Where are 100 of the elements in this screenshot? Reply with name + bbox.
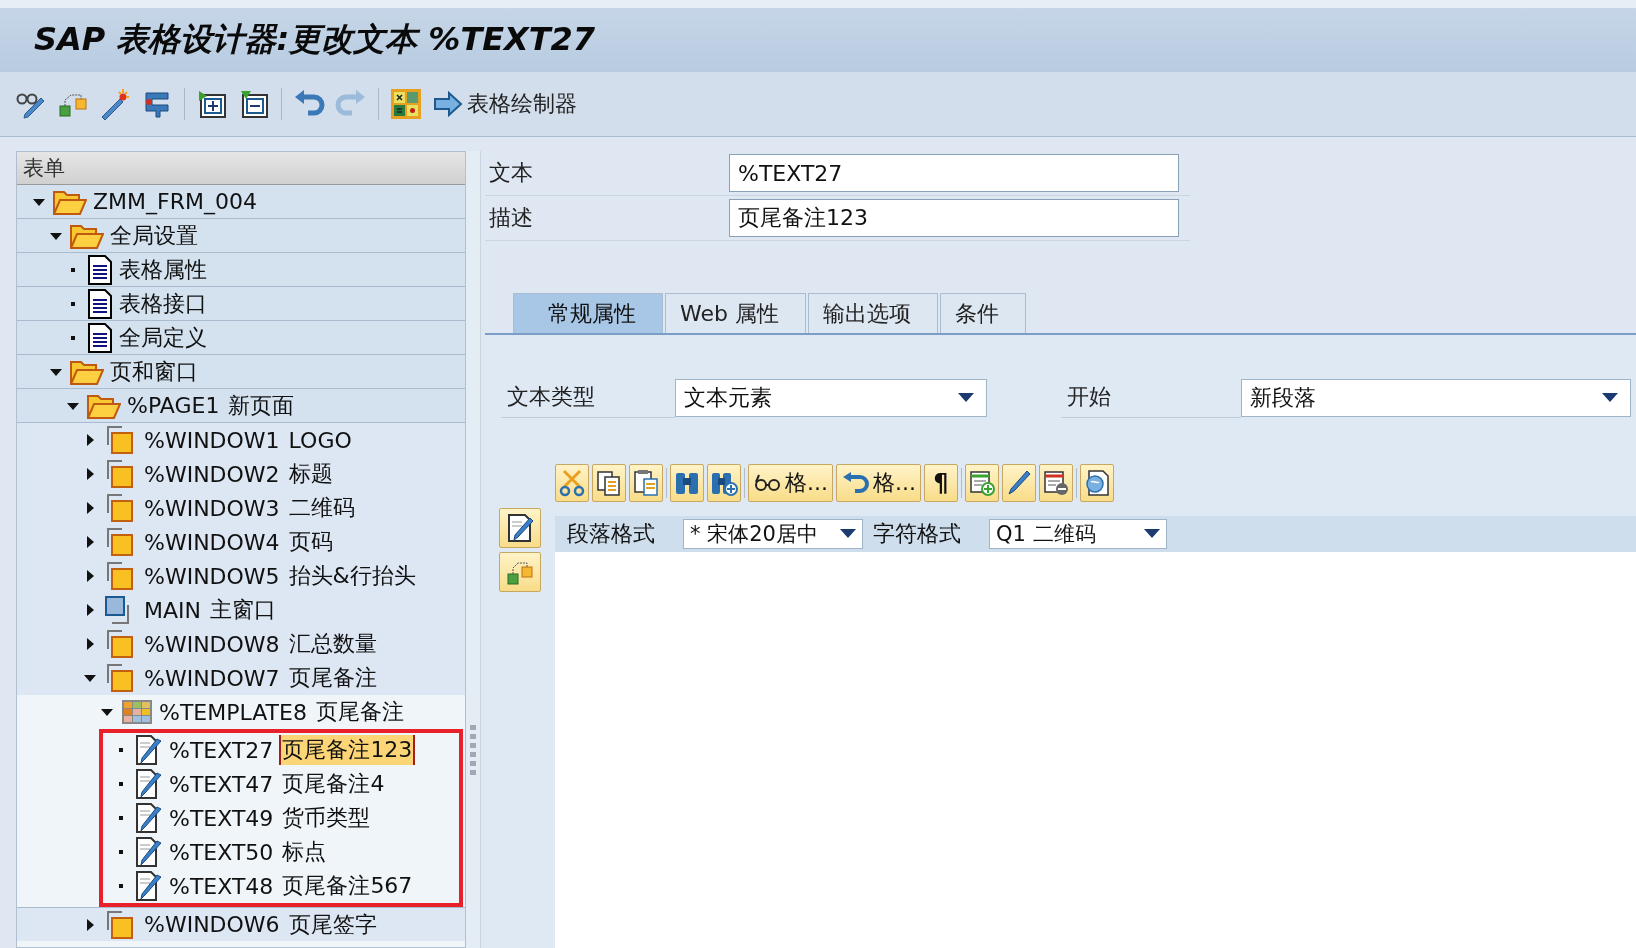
tree-item-description: 汇总数量 xyxy=(287,630,378,658)
tree-item-name: %WINDOW1 xyxy=(144,427,280,453)
tree-item-description: 货币类型 xyxy=(281,804,372,832)
tree-item-description: 主窗口 xyxy=(209,596,277,624)
edit-button[interactable] xyxy=(499,508,541,548)
input-field[interactable]: %TEXT27 xyxy=(729,154,1179,192)
text-edit-icon xyxy=(135,871,163,901)
copy-button[interactable] xyxy=(592,464,626,502)
tree-item-name: 全局设置 xyxy=(110,221,198,250)
tree-item-name: %TEXT47 xyxy=(169,771,274,797)
undo-icon xyxy=(841,472,871,494)
tree-item[interactable]: 表格属性 xyxy=(17,253,465,287)
insert-line-button[interactable] xyxy=(964,464,999,502)
tree-item[interactable]: %WINDOW4 页码 xyxy=(17,525,465,559)
tree-item-name: %WINDOW6 xyxy=(144,912,280,937)
tree-item-name: %WINDOW3 xyxy=(144,495,280,521)
table-icon xyxy=(121,699,153,725)
tree-item[interactable]: %WINDOW7 页尾备注 xyxy=(17,661,465,695)
tree-item-name: %WINDOW5 xyxy=(144,563,280,589)
dropdown[interactable]: 文本元素 xyxy=(675,378,987,417)
tree-item-description: 页尾备注 xyxy=(314,698,405,726)
tab[interactable]: 条件 xyxy=(939,293,1026,333)
tree-item[interactable]: %WINDOW2 标题 xyxy=(17,457,465,491)
tree-item[interactable]: %WINDOW8 汇总数量 xyxy=(17,627,465,661)
tree-item[interactable]: 全局定义 xyxy=(17,321,465,355)
expand-triangle-icon[interactable] xyxy=(84,638,96,650)
paste-button[interactable] xyxy=(629,464,663,502)
tree-item-name: %TEXT48 xyxy=(169,873,274,899)
tab[interactable]: Web 属性 xyxy=(665,293,806,333)
field-label: 描述 xyxy=(488,204,534,232)
expand-triangle-icon[interactable] xyxy=(84,434,96,446)
field-label: 字符格式 xyxy=(873,520,961,548)
format-button[interactable]: 格... xyxy=(748,464,833,502)
find-next-button[interactable] xyxy=(707,464,741,502)
tree-item-description: LOGO xyxy=(287,427,353,453)
tree-item-name: %WINDOW4 xyxy=(144,529,280,555)
tree-item-name: %WINDOW8 xyxy=(144,631,280,657)
delete-line-button[interactable] xyxy=(1038,464,1073,502)
expand-triangle-icon[interactable] xyxy=(84,604,96,616)
tree-item-description: 页码 xyxy=(287,528,334,556)
globe-document-button[interactable] xyxy=(1079,464,1114,502)
tree-item-description: 页尾签字 xyxy=(287,910,378,939)
tree-item[interactable]: %WINDOW1 LOGO xyxy=(17,423,465,457)
glasses-icon xyxy=(753,472,783,494)
tree-item-description: 新页面 xyxy=(227,391,296,420)
tree-item-name: %TEXT27 xyxy=(169,737,274,763)
structure-button[interactable] xyxy=(499,552,541,592)
document-icon xyxy=(87,288,113,319)
tree-item-description: 页尾备注123 xyxy=(279,735,416,765)
expand-triangle-icon[interactable] xyxy=(84,918,96,931)
tree-item-description: 标点 xyxy=(281,838,328,866)
text-edit-icon xyxy=(135,837,163,867)
collapse-triangle-icon[interactable] xyxy=(84,672,96,684)
cut-button[interactable] xyxy=(555,464,589,502)
dropdown[interactable]: * 宋体20居中 xyxy=(683,519,863,549)
tree-item[interactable]: MAIN 主窗口 xyxy=(17,593,465,627)
tree-item-description: 页尾备注 xyxy=(287,664,378,692)
tree-item[interactable]: %PAGE1 新页面 xyxy=(17,389,465,423)
tab[interactable]: 常规属性 xyxy=(513,293,663,333)
tree-item-name: %WINDOW7 xyxy=(144,665,280,691)
tree-item-name: %PAGE1 xyxy=(127,393,220,418)
tree-item-description: 标题 xyxy=(287,460,334,488)
tree-item-description: 二维码 xyxy=(287,494,356,522)
document-icon xyxy=(87,322,113,353)
field-label: 文本 xyxy=(488,159,534,187)
tree-item[interactable]: %WINDOW3 二维码 xyxy=(17,491,465,525)
form-painter-button[interactable]: 表格绘制器 xyxy=(431,87,579,121)
arrow-icon xyxy=(433,91,463,117)
text-edit-icon xyxy=(135,735,163,765)
pencil-button[interactable] xyxy=(1001,464,1036,502)
tab[interactable]: 输出选项 xyxy=(807,293,938,333)
tree-item[interactable]: ZMM_FRM_004 xyxy=(17,185,465,219)
tree-item-description: 页尾备注4 xyxy=(281,770,386,798)
format-button[interactable]: 格... xyxy=(836,464,921,502)
dropdown[interactable]: Q1 二维码 xyxy=(989,519,1167,549)
tree-item[interactable]: 表格接口 xyxy=(17,287,465,321)
tree-item-description: 抬头&行抬头 xyxy=(287,562,417,590)
splitter-handle[interactable] xyxy=(470,724,476,775)
tree-item-name: 全局定义 xyxy=(119,323,207,352)
tree-item-name: 页和窗口 xyxy=(110,357,198,386)
expand-triangle-icon[interactable] xyxy=(84,468,96,480)
dropdown-arrow-icon xyxy=(840,529,856,539)
paragraph-mark-button[interactable]: ¶ xyxy=(923,464,958,502)
tree-item[interactable]: %WINDOW5 抬头&行抬头 xyxy=(17,559,465,593)
input-field[interactable]: 页尾备注123 xyxy=(729,199,1179,237)
tree-item-name: %TEXT50 xyxy=(169,839,274,865)
expand-triangle-icon[interactable] xyxy=(84,502,96,514)
tree-item[interactable]: 页和窗口 xyxy=(17,355,465,389)
tree-item[interactable]: 全局设置 xyxy=(17,219,465,253)
expand-triangle-icon[interactable] xyxy=(84,570,96,582)
tree-item-name: %TEMPLATE8 xyxy=(159,699,307,725)
tree-item-name: %WINDOW2 xyxy=(144,461,280,487)
dropdown[interactable]: 新段落 xyxy=(1241,378,1631,417)
tree-item[interactable]: %WINDOW6 页尾签字 xyxy=(17,907,465,941)
dropdown-arrow-icon xyxy=(1602,392,1618,403)
field-label: 段落格式 xyxy=(567,520,655,548)
collapse-triangle-icon[interactable] xyxy=(101,706,113,718)
find-button[interactable] xyxy=(670,464,704,502)
text-edit-icon xyxy=(135,769,163,799)
expand-triangle-icon[interactable] xyxy=(84,536,96,548)
